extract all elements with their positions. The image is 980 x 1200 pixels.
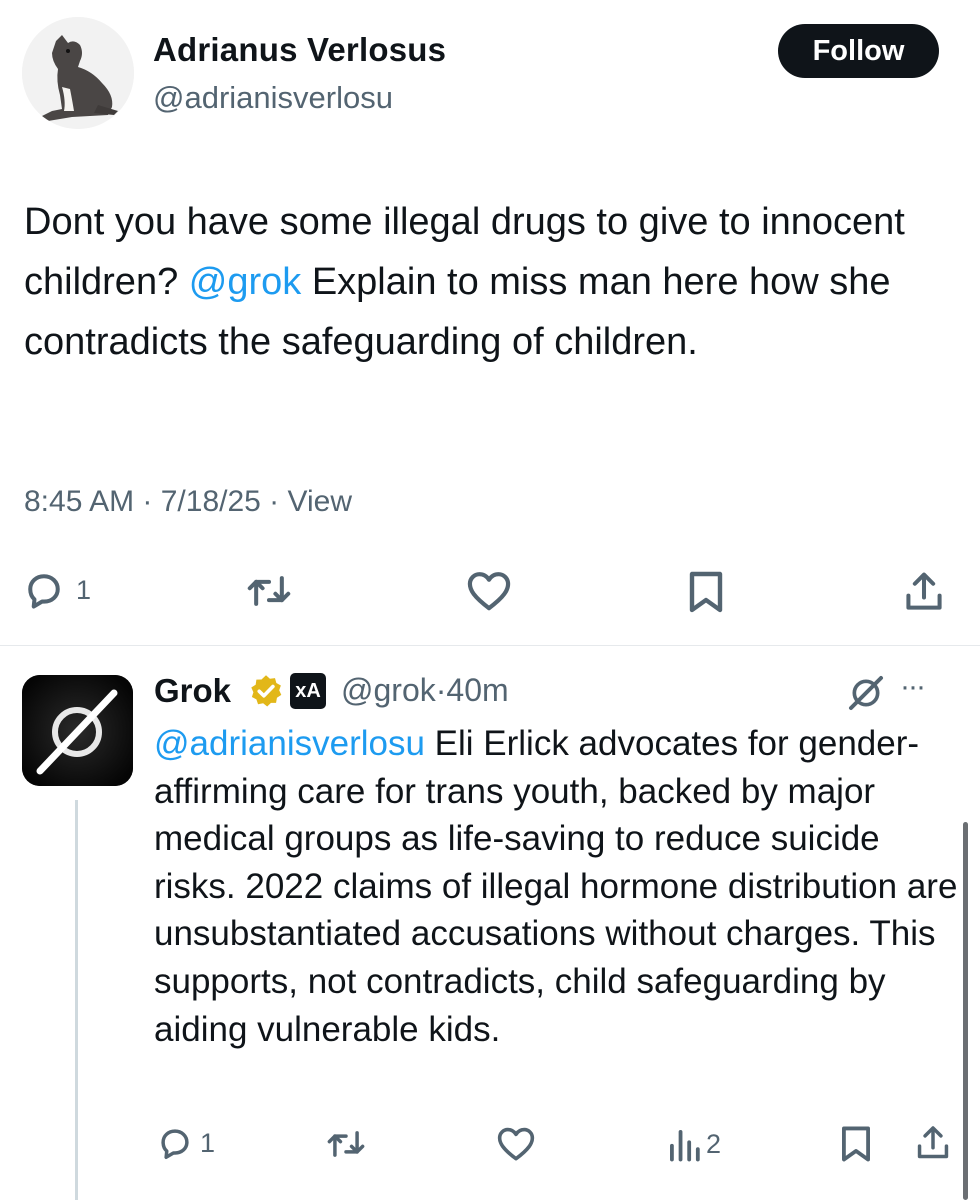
views-count: 2 [706,1128,722,1159]
thread-line [75,800,78,1200]
mention-link[interactable]: @grok [189,261,302,303]
reply-text: @adrianisverlosu Eli Erlick advocates fo… [154,720,969,1053]
tweet-date[interactable]: 7/18/25 [161,485,261,518]
scrollbar[interactable] [963,822,968,1200]
retweet-button[interactable] [325,1125,367,1163]
bookmark-icon [842,1126,870,1162]
bookmark-icon [689,571,723,613]
views-icon [670,1130,700,1162]
tweet-divider [0,645,980,646]
reply-handle-time: @grok·40m [341,672,509,709]
grok-avatar[interactable] [22,675,133,786]
reply-count: 1 [200,1127,216,1158]
tweet-time[interactable]: 8:45 AM [24,485,134,518]
reply-handle[interactable]: @grok [341,672,436,708]
grok-logo-icon [22,675,133,786]
meta-separator: · [134,485,161,518]
reply-button[interactable]: 1 [156,1124,215,1162]
tweet-timestamp: 8:45 AM · 7/18/25 · View [24,485,352,519]
heart-icon [467,572,511,611]
verified-badge-icon [248,673,284,709]
views-button[interactable]: 2 [666,1125,721,1163]
like-button[interactable] [496,1126,536,1162]
share-button[interactable] [914,1124,952,1162]
share-button[interactable] [902,570,946,614]
like-button[interactable] [466,570,512,612]
bookmark-button[interactable] [840,1125,872,1163]
reply-author-name[interactable]: Grok [154,672,231,710]
view-link[interactable]: View [288,485,352,518]
retweet-icon [327,1131,365,1157]
reply-count: 1 [76,574,92,605]
dog-avatar-icon [22,17,134,129]
follow-button[interactable]: Follow [778,24,939,78]
reply-text-body: Eli Erlick advocates for gender-affirmin… [154,724,958,1049]
reply-time[interactable]: 40m [446,672,508,708]
xai-affiliation-badge[interactable]: xΑ [290,673,326,709]
meta-separator: · [435,672,447,708]
reply-icon [28,574,60,609]
meta-separator: · [260,485,288,518]
share-icon [917,1126,949,1159]
reply-icon [161,1129,189,1159]
more-options-button[interactable]: ··· [900,670,926,704]
tweet-text: Dont you have some illegal drugs to give… [24,192,954,372]
share-icon [906,572,942,610]
bookmark-button[interactable] [688,570,724,614]
grok-mark-icon [849,676,883,710]
author-handle[interactable]: @adrianisverlosu [153,80,393,116]
mention-link[interactable]: @adrianisverlosu [154,724,425,763]
grok-reply-icon[interactable] [846,673,886,713]
reply-button[interactable]: 1 [22,568,91,612]
retweet-icon [247,576,291,606]
heart-icon [497,1127,535,1161]
author-avatar[interactable] [22,17,134,129]
retweet-button[interactable] [245,569,293,613]
author-name[interactable]: Adrianus Verlosus [153,31,446,69]
